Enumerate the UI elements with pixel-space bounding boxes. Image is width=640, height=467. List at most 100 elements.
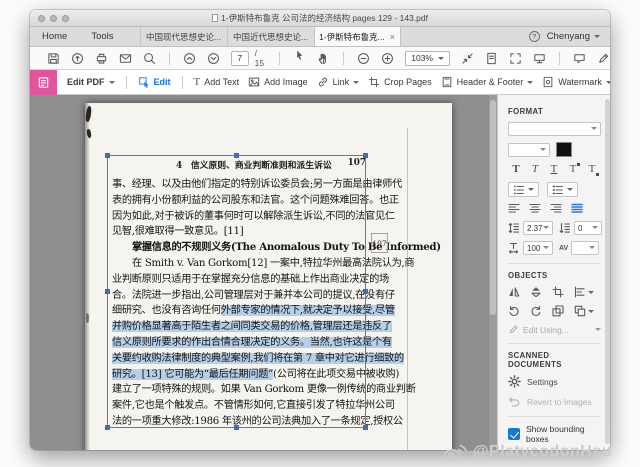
- share-button[interactable]: [71, 52, 84, 65]
- chevron-down-icon: [595, 328, 601, 334]
- print-button[interactable]: [95, 52, 108, 65]
- page-number-text-box[interactable]: 107: [371, 233, 388, 253]
- select-tool-button[interactable]: [293, 49, 306, 67]
- paragraph-spacing-select[interactable]: 0: [574, 221, 602, 235]
- search-icon[interactable]: [143, 52, 156, 65]
- resize-handle[interactable]: [234, 153, 239, 158]
- resize-handle[interactable]: [234, 425, 239, 430]
- crop-object-button[interactable]: [552, 286, 564, 298]
- zoom-level-value: 103%: [411, 53, 433, 63]
- horizontal-scale-select[interactable]: 100: [523, 241, 553, 255]
- flip-horizontal-button[interactable]: [508, 286, 520, 298]
- doc-tab-2[interactable]: 中国近代思想史论...: [227, 27, 314, 46]
- link-menu[interactable]: Link: [317, 76, 360, 88]
- previous-page-button[interactable]: [183, 52, 196, 65]
- zoom-out-button[interactable]: [357, 52, 370, 65]
- resize-handle[interactable]: [363, 425, 368, 430]
- revert-to-images-button[interactable]: Revert to Images: [508, 395, 602, 408]
- page-number-input[interactable]: 7: [231, 51, 249, 66]
- scan-artifact: [85, 106, 92, 123]
- comment-button[interactable]: [573, 52, 586, 65]
- subscript-button[interactable]: T: [584, 163, 600, 176]
- panel-scrollbar[interactable]: [605, 99, 610, 444]
- align-center-button[interactable]: [529, 203, 541, 214]
- link-label: Link: [333, 77, 350, 87]
- doc-tab-1[interactable]: 中国现代思想史论...: [140, 27, 227, 46]
- reading-mode-button[interactable]: [533, 52, 546, 65]
- show-bounding-boxes-option[interactable]: Show bounding boxes: [508, 424, 602, 444]
- crop-pages-button[interactable]: Crop Pages: [368, 76, 432, 88]
- save-button[interactable]: [47, 52, 60, 65]
- resize-handle[interactable]: [105, 153, 110, 158]
- maximize-window-button[interactable]: [62, 15, 69, 22]
- scrollbar-thumb[interactable]: [490, 100, 496, 315]
- document-canvas[interactable]: 4 信义原则、商业判断准则和派生诉讼 107 事、经理、以及由他们指定的特别诉讼…: [30, 95, 497, 450]
- tab-close-icon[interactable]: ×: [390, 32, 395, 42]
- scan-artifact: [86, 313, 89, 323]
- help-icon[interactable]: ?: [529, 31, 540, 42]
- divider: [559, 52, 560, 65]
- underline-button[interactable]: T: [546, 163, 562, 176]
- watermark-menu[interactable]: Watermark: [542, 76, 610, 88]
- scan-settings-button[interactable]: Settings: [508, 375, 602, 388]
- pdf-page[interactable]: 4 信义原则、商业判断准则和派生诉讼 107 事、经理、以及由他们指定的特别诉讼…: [85, 103, 452, 450]
- font-size-select[interactable]: [508, 143, 550, 157]
- resize-handle[interactable]: [363, 153, 368, 158]
- flip-vertical-button[interactable]: [530, 286, 542, 298]
- chevron-down-icon: [109, 81, 115, 87]
- main-area: 4 信义原则、商业判断准则和派生诉讼 107 事、经理、以及由他们指定的特别诉讼…: [30, 95, 610, 450]
- italic-button[interactable]: T: [527, 163, 543, 176]
- font-color-swatch[interactable]: [556, 142, 572, 157]
- zoom-in-button[interactable]: [381, 52, 394, 65]
- divider: [343, 52, 344, 65]
- fit-page-button[interactable]: [485, 52, 498, 65]
- doc-tab-active[interactable]: 1-伊斯特布鲁克... ×: [314, 27, 401, 46]
- resize-handle[interactable]: [105, 425, 110, 430]
- bulleted-list-button[interactable]: [508, 182, 539, 197]
- align-right-button[interactable]: [550, 203, 562, 214]
- fullscreen-button[interactable]: [509, 52, 522, 65]
- line-spacing-select[interactable]: 2.37: [523, 221, 553, 235]
- edit-using-menu[interactable]: Edit Using...: [508, 324, 601, 335]
- traffic-lights[interactable]: [38, 15, 69, 22]
- chevron-down-icon: [567, 188, 573, 194]
- rotate-right-button[interactable]: [530, 305, 542, 317]
- tab-tools[interactable]: Tools: [79, 27, 125, 46]
- edit-pdf-tool-icon[interactable]: [30, 70, 57, 95]
- divider: [169, 52, 170, 65]
- align-justify-button[interactable]: [571, 203, 583, 214]
- add-text-button[interactable]: T Add Text: [194, 77, 240, 88]
- minimize-window-button[interactable]: [50, 15, 57, 22]
- scrolling-mode-button[interactable]: [461, 52, 474, 65]
- show-bounding-label: Show bounding boxes: [526, 424, 602, 444]
- edit-button[interactable]: Edit: [138, 76, 171, 88]
- checkbox-checked-icon[interactable]: [508, 428, 520, 440]
- edit-pdf-menu[interactable]: Edit PDF: [67, 77, 115, 87]
- resize-handle[interactable]: [363, 289, 368, 294]
- align-objects-button[interactable]: [574, 286, 594, 298]
- superscript-button[interactable]: T: [565, 163, 581, 176]
- zoom-level-select[interactable]: 103%: [405, 51, 450, 66]
- tab-home[interactable]: Home: [30, 27, 79, 46]
- text-bounding-box[interactable]: [107, 155, 366, 428]
- replace-image-button[interactable]: [552, 305, 564, 317]
- character-spacing-select[interactable]: [571, 241, 599, 255]
- header-footer-menu[interactable]: Header & Footer: [441, 76, 534, 88]
- bold-button[interactable]: T: [508, 163, 524, 176]
- font-family-select[interactable]: [508, 122, 601, 136]
- rotate-left-button[interactable]: [508, 305, 520, 317]
- fill-sign-button[interactable]: [597, 52, 610, 65]
- canvas-scrollbar[interactable]: [489, 95, 497, 450]
- hand-tool-button[interactable]: [317, 52, 330, 65]
- align-left-button[interactable]: [508, 203, 520, 214]
- chevron-down-icon: [588, 291, 594, 297]
- resize-handle[interactable]: [105, 289, 110, 294]
- email-icon[interactable]: [119, 52, 132, 65]
- next-page-button[interactable]: [207, 52, 220, 65]
- chevron-down-icon: [527, 81, 533, 87]
- add-image-button[interactable]: Add Image: [248, 76, 308, 88]
- arrange-objects-button[interactable]: [574, 305, 594, 317]
- account-menu[interactable]: Chenyang: [547, 31, 600, 42]
- close-window-button[interactable]: [38, 15, 45, 22]
- numbered-list-button[interactable]: [547, 182, 578, 197]
